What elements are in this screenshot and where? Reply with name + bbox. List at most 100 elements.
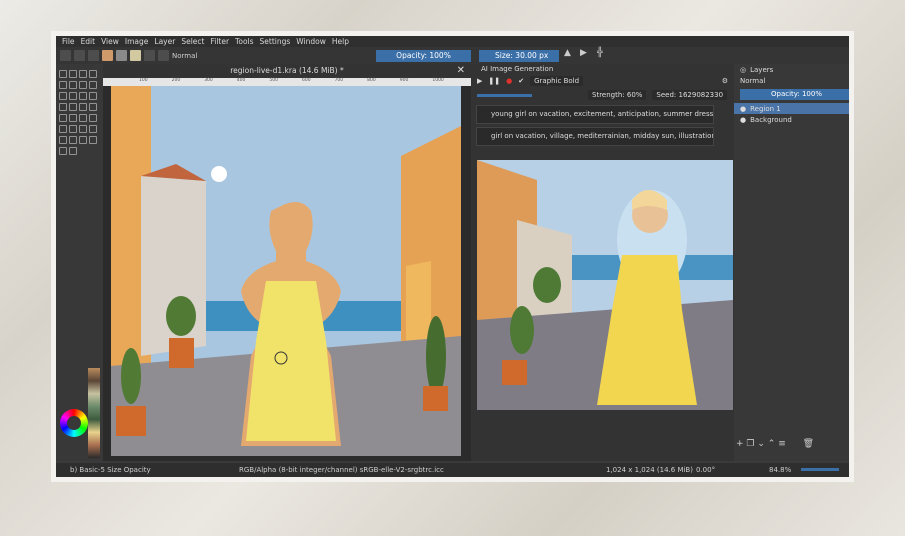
gradient-icon[interactable] bbox=[144, 50, 155, 61]
close-document-icon[interactable]: ✕ bbox=[457, 65, 465, 76]
move-down-icon[interactable]: ⌄ bbox=[757, 439, 765, 449]
rect-select-icon[interactable] bbox=[79, 125, 87, 133]
brush-preset-icon[interactable] bbox=[158, 50, 169, 61]
menu-filter[interactable]: Filter bbox=[210, 37, 229, 46]
layer-opacity-slider[interactable]: Opacity: 100% bbox=[740, 89, 849, 100]
layers-title: Layers bbox=[750, 65, 774, 74]
color-picker-icon[interactable] bbox=[69, 114, 77, 122]
freehand-select-icon[interactable] bbox=[69, 136, 77, 144]
layers-icon: ◎ bbox=[740, 65, 747, 74]
contiguous-select-icon[interactable] bbox=[79, 136, 87, 144]
zoom-tool-icon[interactable] bbox=[59, 147, 67, 155]
seed-field[interactable]: Seed: 1629082330 bbox=[652, 90, 728, 100]
mirror-icon[interactable]: ▲ bbox=[564, 48, 571, 58]
similar-select-icon[interactable] bbox=[89, 136, 97, 144]
preview-illustration bbox=[477, 160, 733, 410]
status-bar: b) Basic-5 Size Opacity RGB/Alpha (8-bit… bbox=[56, 463, 849, 477]
opacity-slider[interactable]: Opacity: 100% bbox=[376, 50, 471, 62]
progress-bar bbox=[477, 93, 532, 97]
color-wheel[interactable] bbox=[60, 409, 88, 437]
menu-image[interactable]: Image bbox=[125, 37, 149, 46]
reference-tool-icon[interactable] bbox=[69, 125, 77, 133]
record-icon[interactable]: ● bbox=[506, 77, 512, 85]
ruler-label: 900 bbox=[399, 78, 409, 83]
menu-file[interactable]: File bbox=[62, 37, 75, 46]
add-layer-icon[interactable]: + bbox=[736, 439, 744, 449]
menu-edit[interactable]: Edit bbox=[81, 37, 96, 46]
pattern-swatch[interactable] bbox=[130, 50, 141, 61]
positive-prompt-input[interactable]: young girl on vacation, excitement, anti… bbox=[476, 105, 714, 124]
bezier-tool-icon[interactable] bbox=[79, 92, 87, 100]
text-tool-icon[interactable] bbox=[69, 70, 77, 78]
ruler-label: 800 bbox=[367, 78, 376, 83]
layer-name: Background bbox=[750, 115, 792, 124]
measure-tool-icon[interactable] bbox=[59, 125, 67, 133]
duplicate-layer-icon[interactable]: ❐ bbox=[746, 439, 754, 449]
apply-icon[interactable]: ✔ bbox=[518, 77, 524, 85]
select-shapes-icon[interactable] bbox=[59, 70, 67, 78]
ruler-label: 500 bbox=[269, 78, 278, 83]
open-document-icon[interactable] bbox=[74, 50, 85, 61]
menu-layer[interactable]: Layer bbox=[154, 37, 175, 46]
polyline-tool-icon[interactable] bbox=[69, 92, 77, 100]
menu-select[interactable]: Select bbox=[181, 37, 204, 46]
play-icon[interactable]: ▶ bbox=[477, 77, 482, 85]
size-slider[interactable]: Size: 30.00 px bbox=[479, 50, 559, 62]
menu-tools[interactable]: Tools bbox=[235, 37, 253, 46]
layer-background[interactable]: ● Background bbox=[734, 114, 849, 125]
visibility-icon[interactable]: ● bbox=[740, 105, 746, 113]
menu-help[interactable]: Help bbox=[332, 37, 349, 46]
brush-preset-status: b) Basic-5 Size Opacity bbox=[70, 466, 151, 474]
freehand-path-icon[interactable] bbox=[89, 92, 97, 100]
settings-icon[interactable]: ⚙ bbox=[722, 77, 728, 85]
wrap-icon[interactable]: ▶ bbox=[580, 48, 587, 58]
region-prompt-input[interactable]: girl on vacation, village, mediterrainia… bbox=[476, 127, 714, 146]
drawing-canvas[interactable] bbox=[111, 86, 461, 456]
crop-tool-icon[interactable] bbox=[59, 103, 67, 111]
layer-region-1[interactable]: ● Region 1 bbox=[734, 103, 849, 114]
polygon-tool-icon[interactable] bbox=[59, 92, 67, 100]
pin-icon[interactable]: ╬ bbox=[597, 48, 602, 58]
layers-docker: ◎ Layers Normal Opacity: 100% ● Region 1 ●… bbox=[734, 64, 849, 461]
color-palette[interactable] bbox=[88, 368, 100, 458]
move-up-icon[interactable]: ⌃ bbox=[768, 439, 776, 449]
color-space-status: RGB/Alpha (8-bit integer/channel) sRGB-e… bbox=[239, 466, 444, 474]
toolbox bbox=[56, 64, 103, 461]
style-select[interactable]: Graphic Bold bbox=[530, 76, 584, 86]
assistant-tool-icon[interactable] bbox=[89, 114, 97, 122]
ellipse-select-icon[interactable] bbox=[89, 125, 97, 133]
new-document-icon[interactable] bbox=[60, 50, 71, 61]
pan-tool-icon[interactable] bbox=[69, 147, 77, 155]
polygon-select-icon[interactable] bbox=[59, 136, 67, 144]
delete-layer-icon[interactable]: 🗑 bbox=[803, 439, 814, 449]
visibility-icon[interactable]: ● bbox=[740, 116, 746, 124]
warp-tool-icon[interactable] bbox=[89, 103, 97, 111]
transform-tool-icon[interactable] bbox=[79, 103, 87, 111]
ruler-label: 600 bbox=[301, 78, 311, 83]
gradient-tool-icon[interactable] bbox=[59, 114, 67, 122]
menu-window[interactable]: Window bbox=[296, 37, 326, 46]
line-tool-icon[interactable] bbox=[69, 81, 77, 89]
save-document-icon[interactable] bbox=[88, 50, 99, 61]
krita-window: File Edit View Image Layer Select Filter… bbox=[51, 31, 854, 482]
document-view: region-live-d1.kra (14.6 MiB) * ✕ 100 20… bbox=[103, 64, 471, 461]
edit-shapes-icon[interactable] bbox=[79, 70, 87, 78]
pause-icon[interactable]: ❚❚ bbox=[488, 77, 500, 85]
zoom-slider[interactable] bbox=[801, 468, 839, 471]
blend-mode-select[interactable]: Normal bbox=[172, 52, 197, 60]
move-tool-icon[interactable] bbox=[69, 103, 77, 111]
ruler-label: 700 bbox=[334, 78, 344, 83]
layer-blend-mode[interactable]: Normal bbox=[740, 77, 765, 85]
ellipse-tool-icon[interactable] bbox=[89, 81, 97, 89]
fill-tool-icon[interactable] bbox=[79, 114, 87, 122]
background-color-swatch[interactable] bbox=[116, 50, 127, 61]
layer-menu-icon[interactable]: ≡ bbox=[778, 439, 786, 449]
menu-view[interactable]: View bbox=[101, 37, 119, 46]
brush-tool-icon[interactable] bbox=[59, 81, 67, 89]
foreground-color-swatch[interactable] bbox=[102, 50, 113, 61]
rectangle-tool-icon[interactable] bbox=[79, 81, 87, 89]
calligraphy-icon[interactable] bbox=[89, 70, 97, 78]
menu-settings[interactable]: Settings bbox=[260, 37, 291, 46]
strength-slider[interactable]: Strength: 60% bbox=[588, 90, 647, 100]
layer-actions: + ❐ ⌄ ⌃ ≡ 🗑 bbox=[736, 439, 814, 449]
